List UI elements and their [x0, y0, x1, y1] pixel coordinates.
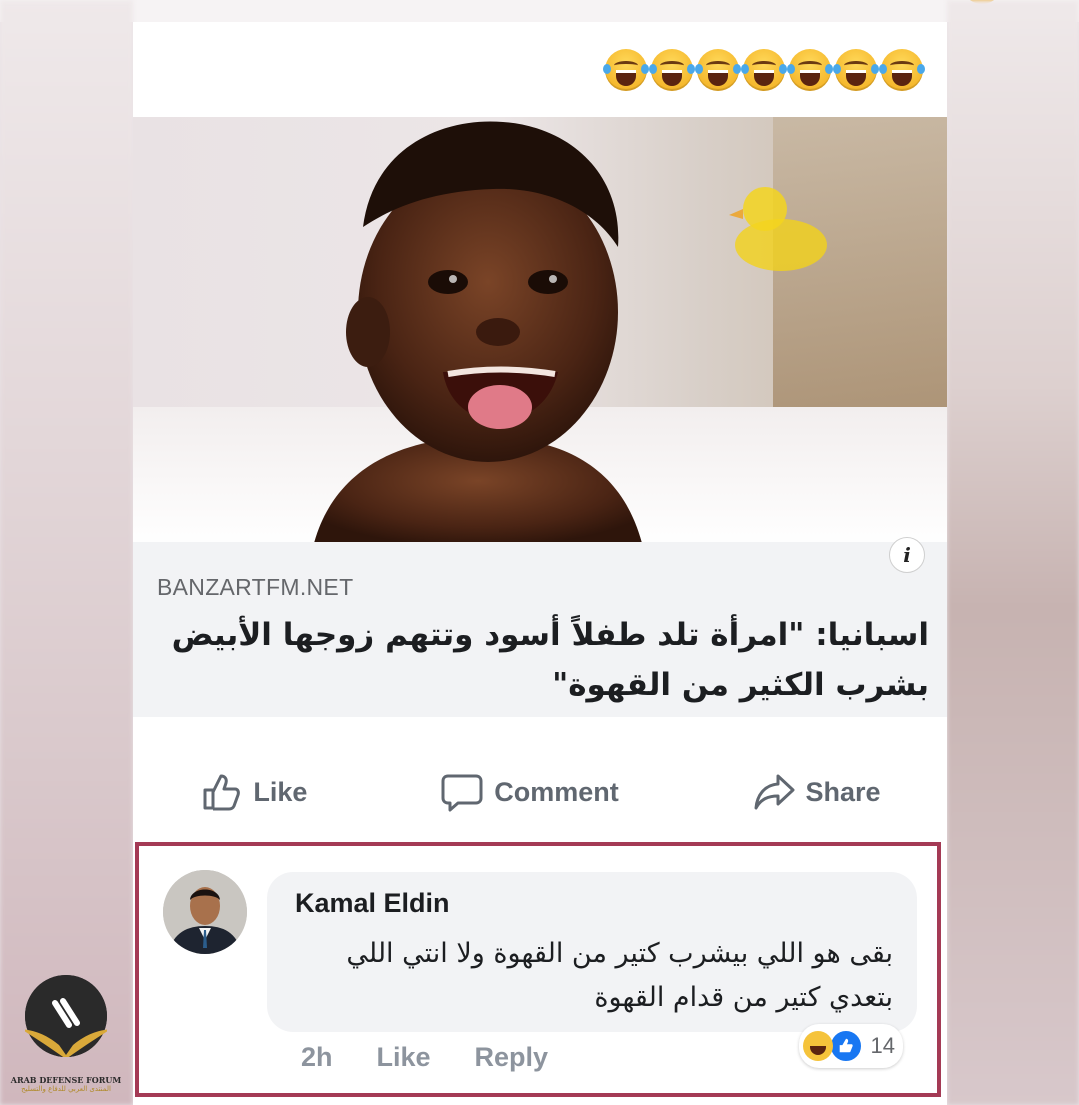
reaction-count: 14: [870, 1033, 895, 1058]
laughing-tears-emoji-icon: [787, 49, 833, 91]
background-wall: [773, 117, 947, 437]
info-icon[interactable]: i: [889, 537, 925, 573]
like-reaction-icon: [828, 1029, 863, 1063]
comment-reactions[interactable]: 14: [798, 1024, 903, 1068]
share-label: Share: [805, 776, 881, 807]
share-arrow-icon: [754, 774, 795, 810]
post-action-bar: Like Comment Share: [133, 762, 947, 822]
forum-watermark-logo: ARAB DEFENSE FORUM المنتدى العربي للدفاع…: [6, 975, 126, 1103]
highlighted-comment: Kamal Eldin بقى هو اللي بيشرب كتير من ال…: [135, 842, 941, 1097]
laughing-tears-emoji-icon: [833, 49, 879, 91]
comment-reply-link[interactable]: Reply: [475, 1042, 549, 1073]
comment-button[interactable]: Comment: [440, 770, 619, 814]
blurred-background-left: [0, 0, 133, 1105]
facebook-post-card: BANZARTFM.NET اسبانيا: "امرأة تلد طفلاً …: [133, 22, 947, 1105]
comment-meta: 2h Like Reply: [301, 1042, 548, 1073]
laughing-tears-emoji-icon: [741, 49, 787, 91]
haha-reaction-icon: [802, 1031, 833, 1061]
share-button[interactable]: Share: [752, 770, 881, 814]
thumbs-up-icon: [203, 774, 241, 811]
blurred-background-right: [947, 0, 1079, 1105]
like-label: Like: [253, 776, 308, 807]
link-domain: BANZARTFM.NET: [157, 574, 354, 600]
laughing-tears-emoji-icon: [695, 49, 741, 91]
post-caption-emojis: [603, 40, 925, 100]
watermark-title: ARAB DEFENSE FORUM: [10, 1075, 122, 1085]
comment-bubble: Kamal Eldin بقى هو اللي بيشرب كتير من ال…: [267, 872, 917, 1032]
logo-emblem: [25, 975, 107, 1057]
link-preview[interactable]: BANZARTFM.NET اسبانيا: "امرأة تلد طفلاً …: [133, 542, 947, 717]
commenter-name[interactable]: Kamal Eldin: [295, 888, 450, 919]
watermark-subtitle: المنتدى العربي للدفاع والتسليح: [21, 1085, 111, 1093]
comment-text: بقى هو اللي بيشرب كتير من القهوة ولا انت…: [346, 938, 893, 1013]
comment-like-link[interactable]: Like: [377, 1042, 431, 1073]
avatar[interactable]: [163, 870, 247, 954]
laughing-tears-emoji-icon: [603, 49, 649, 91]
link-headline[interactable]: اسبانيا: "امرأة تلد طفلاً أسود وتتهم زوج…: [169, 610, 929, 710]
top-strip: [0, 0, 1079, 22]
laughing-tears-emoji-icon: [649, 49, 695, 91]
laughing-tears-emoji-icon: [879, 49, 925, 91]
wings-emblem-icon: [25, 975, 107, 1057]
like-button[interactable]: Like: [199, 770, 307, 814]
rubber-duck-icon: [729, 187, 827, 271]
profile-photo: [163, 870, 247, 954]
comment-label: Comment: [494, 776, 619, 807]
link-preview-image[interactable]: [133, 117, 947, 542]
laughing-baby-photo: [314, 121, 642, 542]
speech-bubble-icon: [441, 774, 483, 812]
comment-timestamp[interactable]: 2h: [301, 1042, 333, 1073]
